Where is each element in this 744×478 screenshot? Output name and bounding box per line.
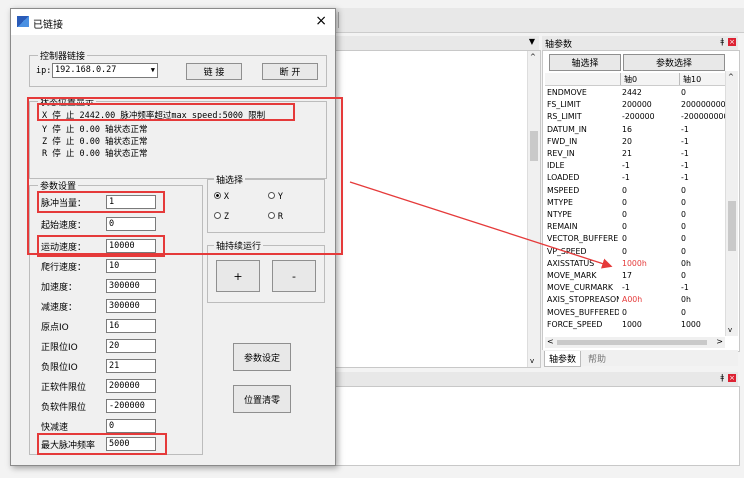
param-label: 负软件限位: [41, 403, 87, 413]
close-icon[interactable]: ×: [315, 13, 327, 29]
clear-position-button[interactable]: 位置清零: [233, 385, 291, 413]
ip-label: ip:: [36, 66, 52, 76]
connection-dialog: 已链接 × 控制器链接 ip: 192.168.0.27 ▼ 链 接 断 开 状…: [10, 8, 343, 466]
app-logo-icon: [17, 16, 29, 27]
highlight-param: [37, 433, 167, 455]
highlight-region: [27, 97, 343, 255]
param-label: 加速度：: [41, 283, 78, 293]
ip-value: 192.168.0.27: [55, 65, 117, 75]
param-label: 快减速: [41, 423, 69, 433]
jog-plus-button[interactable]: +: [216, 260, 260, 292]
conn-group-label: 控制器链接: [38, 49, 88, 62]
dialog-title: 已链接: [33, 20, 63, 31]
param-input[interactable]: 10: [106, 259, 156, 273]
param-input[interactable]: 200000: [106, 379, 156, 393]
jog-minus-button[interactable]: -: [272, 260, 316, 292]
param-input[interactable]: 21: [106, 359, 156, 373]
disconnect-button[interactable]: 断 开: [262, 63, 318, 80]
param-label: 减速度：: [41, 303, 78, 313]
chevron-down-icon[interactable]: ▼: [151, 64, 155, 77]
param-input[interactable]: 300000: [106, 279, 156, 293]
param-label: 负限位IO: [41, 363, 78, 373]
param-input[interactable]: 16: [106, 319, 156, 333]
dialog-titlebar: 已链接 ×: [11, 9, 335, 35]
param-label: 爬行速度：: [41, 263, 87, 273]
param-label: 正软件限位: [41, 383, 87, 393]
param-input[interactable]: -200000: [106, 399, 156, 413]
link-button[interactable]: 链 接: [186, 63, 242, 80]
param-label: 原点IO: [41, 323, 69, 333]
param-input[interactable]: 20: [106, 339, 156, 353]
param-input[interactable]: 0: [106, 419, 156, 433]
param-label: 正限位IO: [41, 343, 78, 353]
ip-select[interactable]: 192.168.0.27 ▼: [52, 63, 158, 78]
set-params-button[interactable]: 参数设定: [233, 343, 291, 371]
conn-group: 控制器链接 ip: 192.168.0.27 ▼ 链 接 断 开: [29, 49, 327, 87]
param-input[interactable]: 300000: [106, 299, 156, 313]
